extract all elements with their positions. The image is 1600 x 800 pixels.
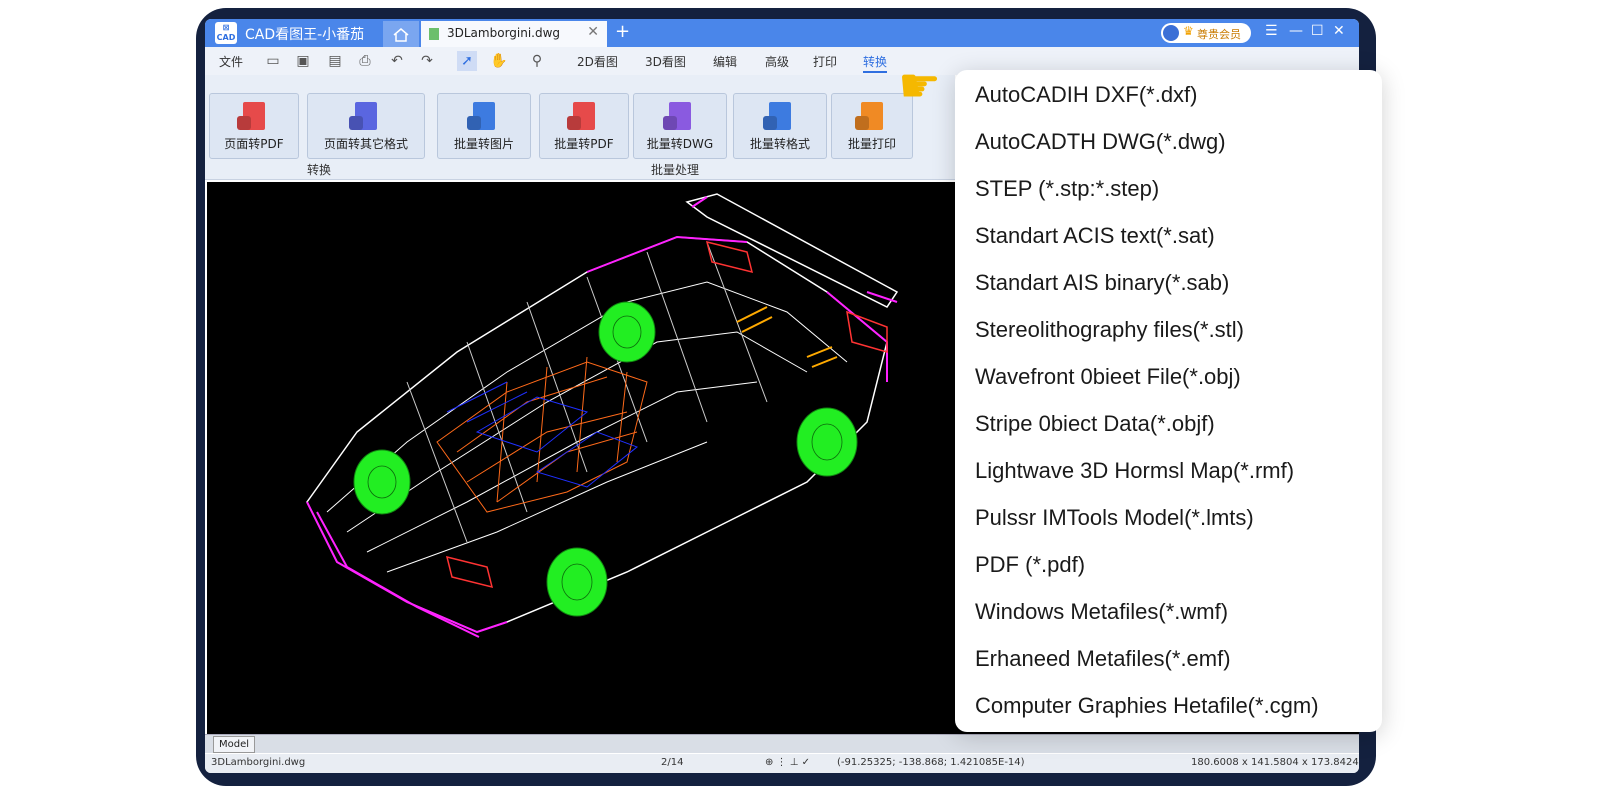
minimize-icon[interactable]: — (1289, 23, 1303, 39)
zoom-icon[interactable]: ⚲ (527, 51, 547, 71)
format-option-lmts[interactable]: Pulssr IMTools Model(*.lmts) (975, 505, 1254, 531)
format-option-obj[interactable]: Wavefront 0bieet File(*.obj) (975, 364, 1241, 390)
format-option-emf[interactable]: Erhaneed Metafiles(*.emf) (975, 646, 1231, 672)
close-icon[interactable]: ✕ (1333, 23, 1345, 39)
vip-badge[interactable]: ♛ 尊贵会员 (1161, 23, 1251, 43)
status-bar: 3DLamborgini.dwg 2/14 ⊕ ⋮ ⊥ ✓ (-91.25325… (205, 754, 1359, 773)
vip-label: 尊贵会员 (1197, 28, 1241, 41)
status-page: 2/14 (661, 757, 684, 768)
tab-edit[interactable]: 编辑 (713, 53, 737, 70)
format-option-wmf[interactable]: Windows Metafiles(*.wmf) (975, 599, 1228, 625)
format-option-step[interactable]: STEP (*.stp:*.step) (975, 176, 1159, 202)
menu-file[interactable]: 文件 (219, 53, 243, 70)
plus-icon[interactable]: + (615, 21, 630, 42)
format-option-dwg[interactable]: AutoCADTH DWG(*.dwg) (975, 129, 1226, 155)
format-option-pdf[interactable]: PDF (*.pdf) (975, 552, 1085, 578)
format-option-sat[interactable]: Standart ACIS text(*.sat) (975, 223, 1215, 249)
status-file: 3DLamborgini.dwg (211, 757, 306, 768)
format-option-rmf[interactable]: Lightwave 3D Hormsl Map(*.rmf) (975, 458, 1294, 484)
export-format-dropdown: AutoCADIH DXF(*.dxf) AutoCADTH DWG(*.dwg… (955, 70, 1382, 732)
dwg-convert-icon (669, 102, 691, 130)
page-to-other-format-button[interactable]: 页面转其它格式 (307, 93, 425, 159)
tab-model[interactable]: Model (213, 736, 255, 753)
maximize-icon[interactable]: ☐ (1311, 23, 1324, 39)
menu-icon[interactable]: ☰ (1265, 23, 1278, 39)
tab-print[interactable]: 打印 (813, 53, 837, 70)
pan-hand-icon[interactable]: ✋ (489, 51, 509, 71)
refresh-file-icon (769, 102, 791, 130)
batch-to-image-button[interactable]: 批量转图片 (437, 93, 531, 159)
tab-advanced[interactable]: 高级 (765, 53, 789, 70)
format-option-cgm[interactable]: Computer Graphies Hetafile(*.cgm) (975, 693, 1319, 719)
save-icon[interactable]: ▣ (293, 51, 313, 71)
status-coords: (-91.25325; -138.868; 1.421085E-14) (837, 757, 1025, 768)
app-logo: ⊠ CAD (215, 22, 237, 44)
home-tab[interactable] (383, 21, 419, 47)
undo-icon[interactable]: ↶ (387, 51, 407, 71)
file-tab-label: 3DLamborgini.dwg (447, 26, 561, 40)
code-file-icon (355, 102, 377, 130)
title-bar: ⊠ CAD CAD看图王-小番茄 3DLamborgini.dwg ✕ + ♛ 尊… (205, 19, 1359, 47)
app-title: CAD看图王-小番茄 (245, 27, 365, 43)
print-file-icon (861, 102, 883, 130)
batch-to-format-button[interactable]: 批量转格式 (733, 93, 827, 159)
image-file-icon (473, 102, 495, 130)
format-option-objf[interactable]: Stripe 0biect Data(*.objf) (975, 411, 1215, 437)
tab-3d-view[interactable]: 3D看图 (645, 53, 686, 70)
format-option-sab[interactable]: Standart AIS binary(*.sab) (975, 270, 1229, 296)
crown-icon: ♛ (1183, 24, 1194, 38)
format-option-dxf[interactable]: AutoCADIH DXF(*.dxf) (975, 82, 1198, 108)
pdf-file-icon (573, 102, 595, 130)
batch-to-pdf-button[interactable]: 批量转PDF (539, 93, 629, 159)
redo-icon[interactable]: ↷ (417, 51, 437, 71)
tab-2d-view[interactable]: 2D看图 (577, 53, 618, 70)
select-cursor-icon[interactable]: ➚ (457, 51, 477, 71)
batch-to-dwg-button[interactable]: 批量转DWG (633, 93, 727, 159)
avatar (1163, 25, 1179, 41)
page-to-pdf-button[interactable]: 页面转PDF (209, 93, 299, 159)
pdf-file-icon (243, 102, 265, 130)
new-icon[interactable]: ▭ (263, 51, 283, 71)
print-icon[interactable]: ⎙ (355, 51, 375, 71)
ribbon-panel: 页面转PDF 页面转其它格式 批量转图片 批量转PDF 批量转DWG 批量转格式 (205, 75, 955, 180)
snap-icons[interactable]: ⊕ ⋮ ⊥ ✓ (765, 757, 810, 768)
close-tab-icon[interactable]: ✕ (587, 24, 599, 40)
pointing-hand-icon: ☛ (898, 58, 942, 114)
group-label-convert: 转换 (307, 163, 332, 177)
group-label-batch: 批量处理 (651, 163, 700, 177)
status-dimensions: 180.6008 x 141.5804 x 173.8424 (1191, 757, 1359, 768)
layout-tab-bar: Model (205, 734, 1359, 753)
dwg-file-icon (429, 28, 439, 40)
file-tab[interactable]: 3DLamborgini.dwg ✕ (421, 21, 607, 47)
tab-convert[interactable]: 转换 (863, 53, 888, 73)
format-option-stl[interactable]: Stereolithography files(*.stl) (975, 317, 1244, 343)
home-icon (393, 28, 409, 42)
save-pdf-icon[interactable]: ▤ (325, 51, 345, 71)
